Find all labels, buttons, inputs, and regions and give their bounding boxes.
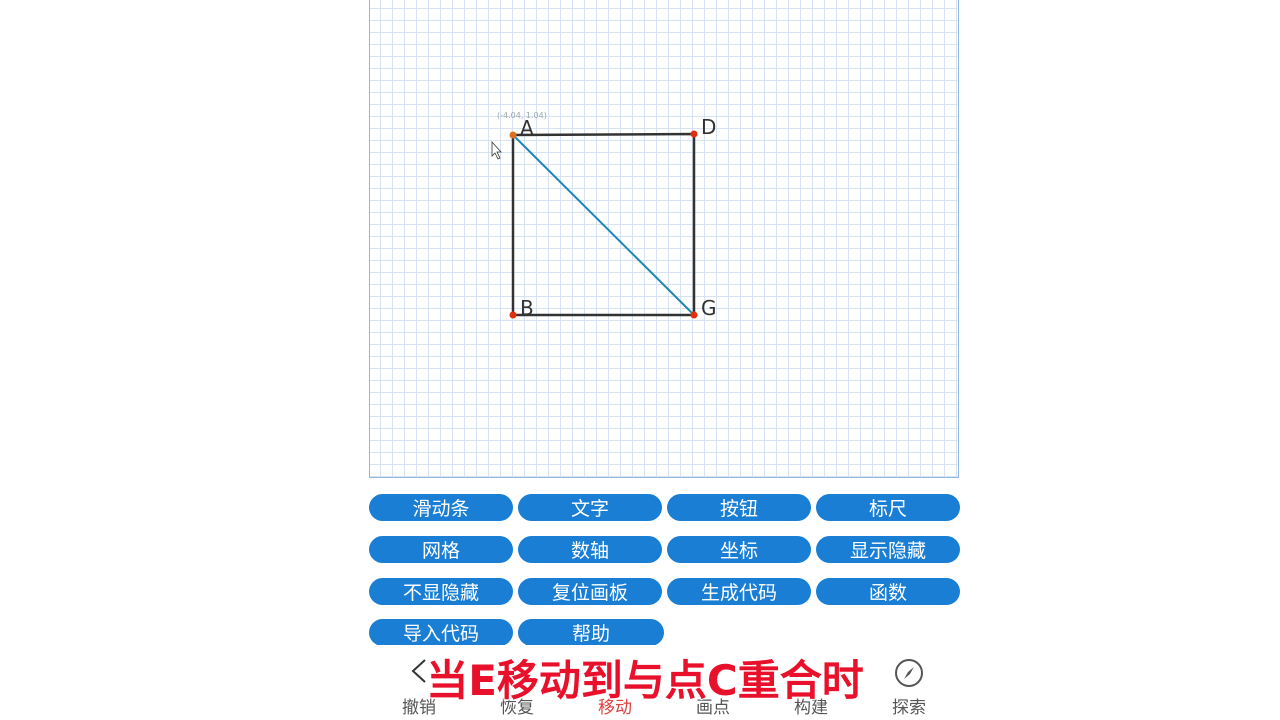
text-button[interactable]: 文字 <box>518 494 662 521</box>
point-b[interactable] <box>509 311 517 319</box>
grid-button[interactable]: 网格 <box>369 536 513 563</box>
diagonal-ag <box>512 134 695 316</box>
generate-code-button[interactable]: 生成代码 <box>667 578 811 605</box>
geometry-layer: (-4.04, 1.04) A D B G <box>491 111 717 320</box>
label-g: G <box>701 296 717 320</box>
function-button[interactable]: 函数 <box>816 578 960 605</box>
ruler-button[interactable]: 标尺 <box>816 494 960 521</box>
label-a: A <box>520 116 534 140</box>
point-a[interactable] <box>509 131 517 139</box>
import-code-button[interactable]: 导入代码 <box>369 619 513 646</box>
button-tool-button[interactable]: 按钮 <box>667 494 811 521</box>
label-d: D <box>701 115 716 139</box>
show-hidden-button[interactable]: 显示隐藏 <box>816 536 960 563</box>
compass-icon <box>895 659 923 687</box>
slider-button[interactable]: 滑动条 <box>369 494 513 521</box>
point-g[interactable] <box>690 311 698 319</box>
coordinates-button[interactable]: 坐标 <box>667 536 811 563</box>
help-button[interactable]: 帮助 <box>518 619 664 646</box>
video-subtitle: 当E移动到与点C重合时 <box>425 655 865 706</box>
reset-board-button[interactable]: 复位画板 <box>518 578 662 605</box>
number-axis-button[interactable]: 数轴 <box>518 536 662 563</box>
point-d[interactable] <box>690 130 698 138</box>
label-b: B <box>520 296 534 320</box>
drawing-canvas[interactable]: (-4.04, 1.04) A D B G <box>369 0 959 478</box>
hide-hidden-button[interactable]: 不显隐藏 <box>369 578 513 605</box>
mouse-cursor-icon <box>491 140 502 160</box>
